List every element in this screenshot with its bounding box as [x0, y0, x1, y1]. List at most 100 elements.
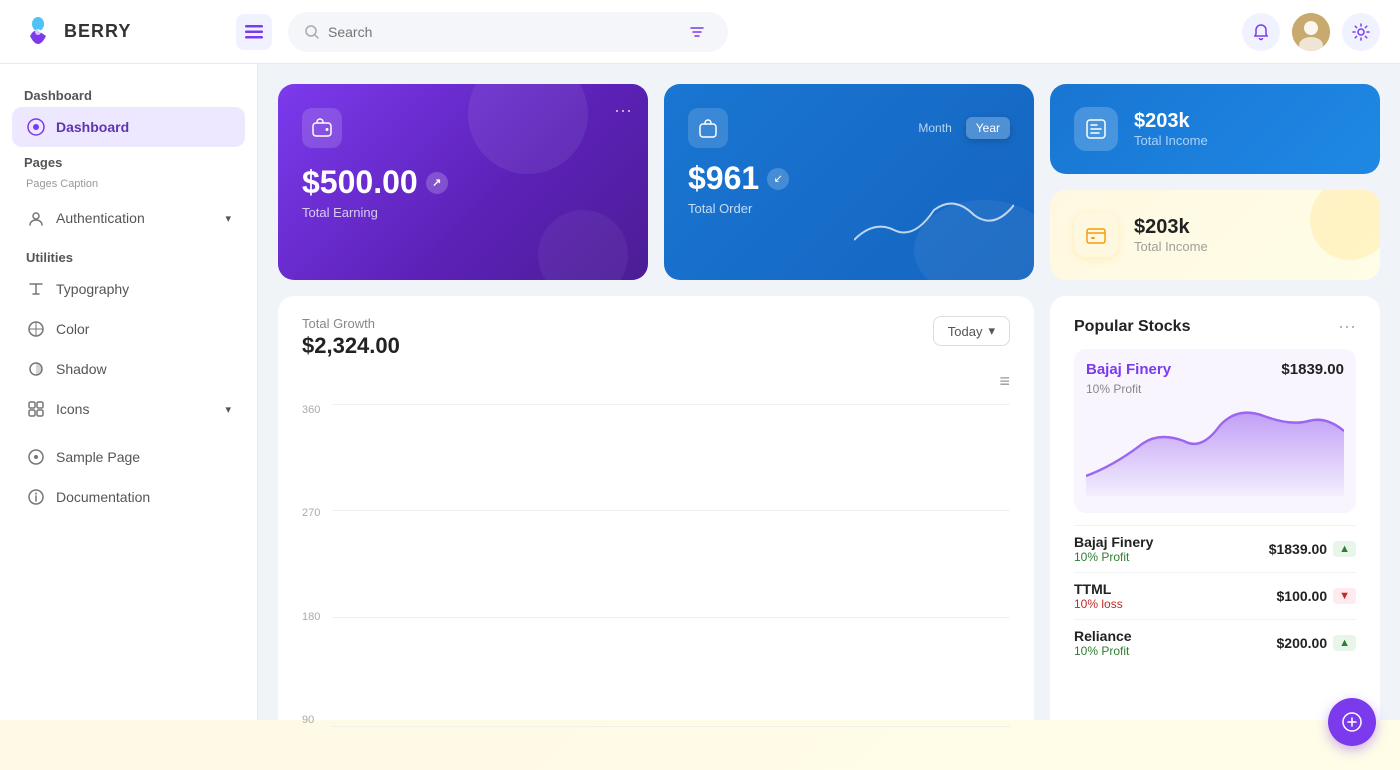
- stock-item-info-ttml: TTML 10% loss: [1074, 581, 1123, 611]
- shadow-icon: [26, 359, 46, 379]
- stocks-title: Popular Stocks: [1074, 318, 1190, 336]
- sidebar-section-dashboard: Dashboard: [12, 80, 245, 107]
- sidebar-item-dashboard[interactable]: Dashboard: [12, 107, 245, 147]
- bar-chart-area: 360 270 180 90: [302, 400, 1010, 730]
- stock-price-bajaj: $1839.00: [1269, 541, 1327, 557]
- chevron-down-icon-icons: ▾: [225, 403, 231, 416]
- filter-button[interactable]: [682, 17, 712, 47]
- stock-price-badge-bajaj: $1839.00 ▲: [1269, 541, 1356, 557]
- sidebar-item-color[interactable]: Color: [12, 309, 245, 349]
- today-label: Today: [948, 324, 983, 339]
- stock-item-info: Bajaj Finery 10% Profit: [1074, 534, 1153, 564]
- tab-month[interactable]: Month: [908, 117, 961, 139]
- menu-button[interactable]: [236, 14, 272, 50]
- topbar: BERRY: [0, 0, 1400, 64]
- sidebar-item-typography[interactable]: Typography: [12, 269, 245, 309]
- sidebar-item-sample-page[interactable]: Sample Page: [12, 437, 245, 477]
- stock-badge-up-bajaj: ▲: [1333, 541, 1356, 557]
- growth-card: Total Growth $2,324.00 Today ▾ ≡ 360 270: [278, 296, 1034, 750]
- sidebar-item-authentication[interactable]: Authentication ▾: [12, 198, 245, 238]
- order-top-row: Month Year: [688, 108, 1010, 148]
- stock-sub-ttml: 10% loss: [1074, 597, 1123, 611]
- stock-item-bajaj[interactable]: Bajaj Finery 10% Profit $1839.00 ▲: [1074, 525, 1356, 572]
- order-amount: $961: [688, 160, 759, 197]
- sidebar-item-label-icons: Icons: [56, 401, 89, 417]
- sidebar-item-documentation[interactable]: Documentation: [12, 477, 245, 517]
- stocks-header: Popular Stocks ···: [1074, 316, 1356, 337]
- stock-chart-area: Bajaj Finery $1839.00 10% Profit: [1074, 349, 1356, 513]
- earning-amount: $500.00 ↗: [302, 164, 624, 201]
- income-col: $203k Total Income $203k Total Income: [1050, 84, 1380, 280]
- avatar[interactable]: [1292, 13, 1330, 51]
- stock-name-bajaj: Bajaj Finery: [1074, 534, 1153, 550]
- icons-menu-icon: [26, 399, 46, 419]
- bag-icon: [688, 108, 728, 148]
- sidebar-item-label-auth: Authentication: [56, 210, 145, 226]
- y-label-360: 360: [302, 404, 320, 416]
- trend-up-icon: ↗: [426, 172, 448, 194]
- y-axis: 360 270 180 90: [302, 400, 320, 730]
- growth-amount: $2,324.00: [302, 333, 400, 359]
- sample-page-icon: [26, 447, 46, 467]
- sidebar-item-label-dashboard: Dashboard: [56, 119, 129, 135]
- chart-menu-icon[interactable]: ≡: [302, 371, 1010, 392]
- growth-info: Total Growth $2,324.00: [302, 316, 400, 359]
- stock-price-reliance: $200.00: [1277, 635, 1328, 651]
- stock-price-badge-ttml: $100.00 ▼: [1277, 588, 1357, 604]
- stock-featured-profit: 10% Profit: [1086, 382, 1344, 396]
- sidebar-item-label-color: Color: [56, 321, 89, 337]
- fab-button[interactable]: [1328, 698, 1376, 746]
- stock-badge-up-reliance: ▲: [1333, 635, 1356, 651]
- main-layout: Dashboard Dashboard Pages Pages Caption …: [0, 64, 1400, 770]
- sidebar-item-label-docs: Documentation: [56, 489, 150, 505]
- stock-item-reliance[interactable]: Reliance 10% Profit $200.00 ▲: [1074, 619, 1356, 666]
- stocks-more-icon[interactable]: ···: [1338, 316, 1356, 337]
- y-label-180: 180: [302, 611, 320, 623]
- sidebar-pages-caption: Pages Caption: [12, 174, 245, 198]
- yellow-decor: [1310, 190, 1380, 260]
- stock-featured-price: $1839.00: [1281, 361, 1344, 378]
- bottom-row: Total Growth $2,324.00 Today ▾ ≡ 360 270: [278, 296, 1380, 750]
- stock-item-info-reliance: Reliance 10% Profit: [1074, 628, 1132, 658]
- settings-button[interactable]: [1342, 13, 1380, 51]
- stock-item-ttml[interactable]: TTML 10% loss $100.00 ▼: [1074, 572, 1356, 619]
- wallet-icon: [302, 108, 342, 148]
- income-yellow-icon: [1074, 213, 1118, 257]
- stock-area-chart: [1086, 396, 1344, 496]
- stock-items-list: Bajaj Finery 10% Profit $1839.00 ▲ TTML …: [1074, 525, 1356, 666]
- growth-header: Total Growth $2,324.00 Today ▾: [302, 316, 1010, 359]
- income-yellow-card: $203k Total Income: [1050, 190, 1380, 280]
- sidebar-item-label-shadow: Shadow: [56, 361, 107, 377]
- order-chart-line: [854, 190, 1014, 250]
- income-blue-card: $203k Total Income: [1050, 84, 1380, 174]
- stocks-card: Popular Stocks ··· Bajaj Finery $1839.00…: [1050, 296, 1380, 750]
- notification-button[interactable]: [1242, 13, 1280, 51]
- stock-name-reliance: Reliance: [1074, 628, 1132, 644]
- dashboard-icon: [26, 117, 46, 137]
- card-menu-dots[interactable]: ···: [614, 100, 632, 121]
- today-button[interactable]: Today ▾: [933, 316, 1010, 346]
- sidebar-item-shadow[interactable]: Shadow: [12, 349, 245, 389]
- search-bar: [288, 12, 728, 52]
- sidebar-item-icons[interactable]: Icons ▾: [12, 389, 245, 429]
- main-content: ··· $500.00 ↗ Total Earning Month Year: [258, 64, 1400, 770]
- typography-icon: [26, 279, 46, 299]
- income-blue-amount: $203k: [1134, 110, 1208, 133]
- bg-decor-1: [468, 84, 588, 174]
- earning-card: ··· $500.00 ↗ Total Earning: [278, 84, 648, 280]
- stock-price-ttml: $100.00: [1277, 588, 1328, 604]
- search-icon: [304, 24, 320, 40]
- top-cards-row: ··· $500.00 ↗ Total Earning Month Year: [278, 84, 1380, 280]
- sidebar-section-utilities: Utilities: [12, 238, 245, 269]
- chevron-down-icon-today: ▾: [988, 323, 995, 339]
- app-name: BERRY: [64, 21, 131, 42]
- stock-badge-down-ttml: ▼: [1333, 588, 1356, 604]
- tab-year[interactable]: Year: [966, 117, 1010, 139]
- auth-icon: [26, 208, 46, 228]
- bg-decor-2: [538, 210, 628, 280]
- topbar-right: [1242, 13, 1380, 51]
- color-icon: [26, 319, 46, 339]
- order-card: Month Year $961 ↙ Total Order: [664, 84, 1034, 280]
- income-yellow-label: Total Income: [1134, 239, 1208, 254]
- search-input[interactable]: [328, 24, 674, 40]
